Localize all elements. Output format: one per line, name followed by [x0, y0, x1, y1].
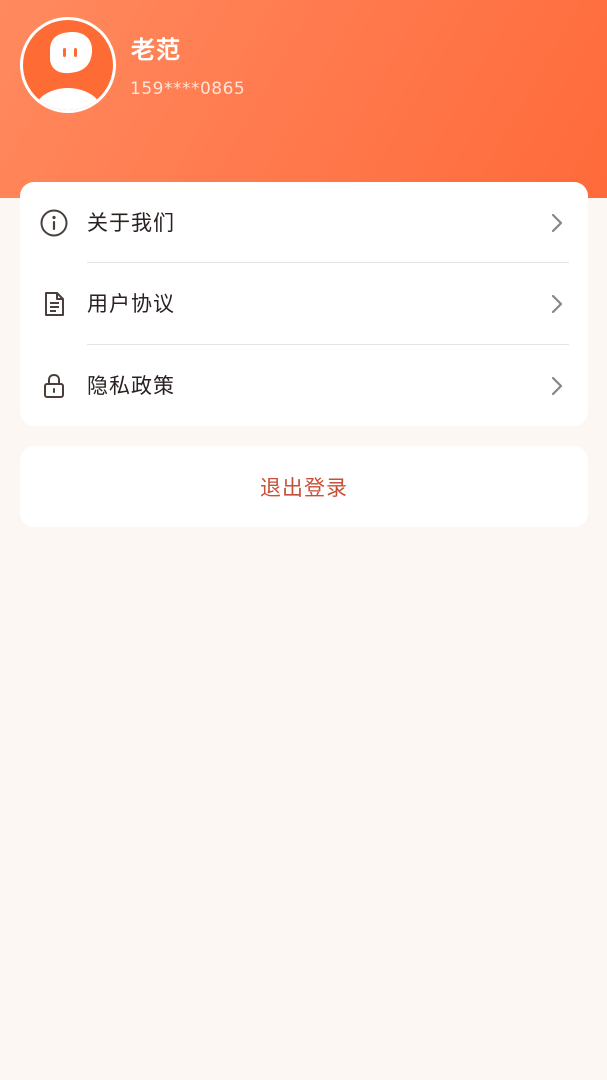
- document-icon: [38, 288, 70, 320]
- chevron-right-icon: [548, 374, 566, 398]
- menu-item-privacy-policy[interactable]: 隐私政策: [20, 345, 588, 426]
- profile-header: 老范 159****0865: [0, 0, 607, 198]
- lock-icon: [38, 370, 70, 402]
- menu-item-label: 关于我们: [87, 211, 175, 235]
- profile-page: 老范 159****0865 关于我们 用户协议 隐私政策 退出登录: [0, 0, 607, 1080]
- logout-label: 退出登录: [260, 476, 348, 500]
- chevron-right-icon: [548, 211, 566, 235]
- menu-item-user-agreement[interactable]: 用户协议: [20, 263, 588, 344]
- avatar[interactable]: [20, 17, 116, 113]
- user-name: 老范: [131, 36, 181, 64]
- avatar-icon: [23, 20, 113, 110]
- user-phone: 159****0865: [130, 79, 246, 99]
- logout-button[interactable]: 退出登录: [20, 446, 588, 527]
- menu-item-label: 隐私政策: [87, 374, 175, 398]
- menu-item-label: 用户协议: [87, 292, 175, 316]
- settings-menu: 关于我们 用户协议 隐私政策: [20, 182, 588, 426]
- chevron-right-icon: [548, 292, 566, 316]
- menu-item-about-us[interactable]: 关于我们: [20, 182, 588, 263]
- info-icon: [38, 207, 70, 239]
